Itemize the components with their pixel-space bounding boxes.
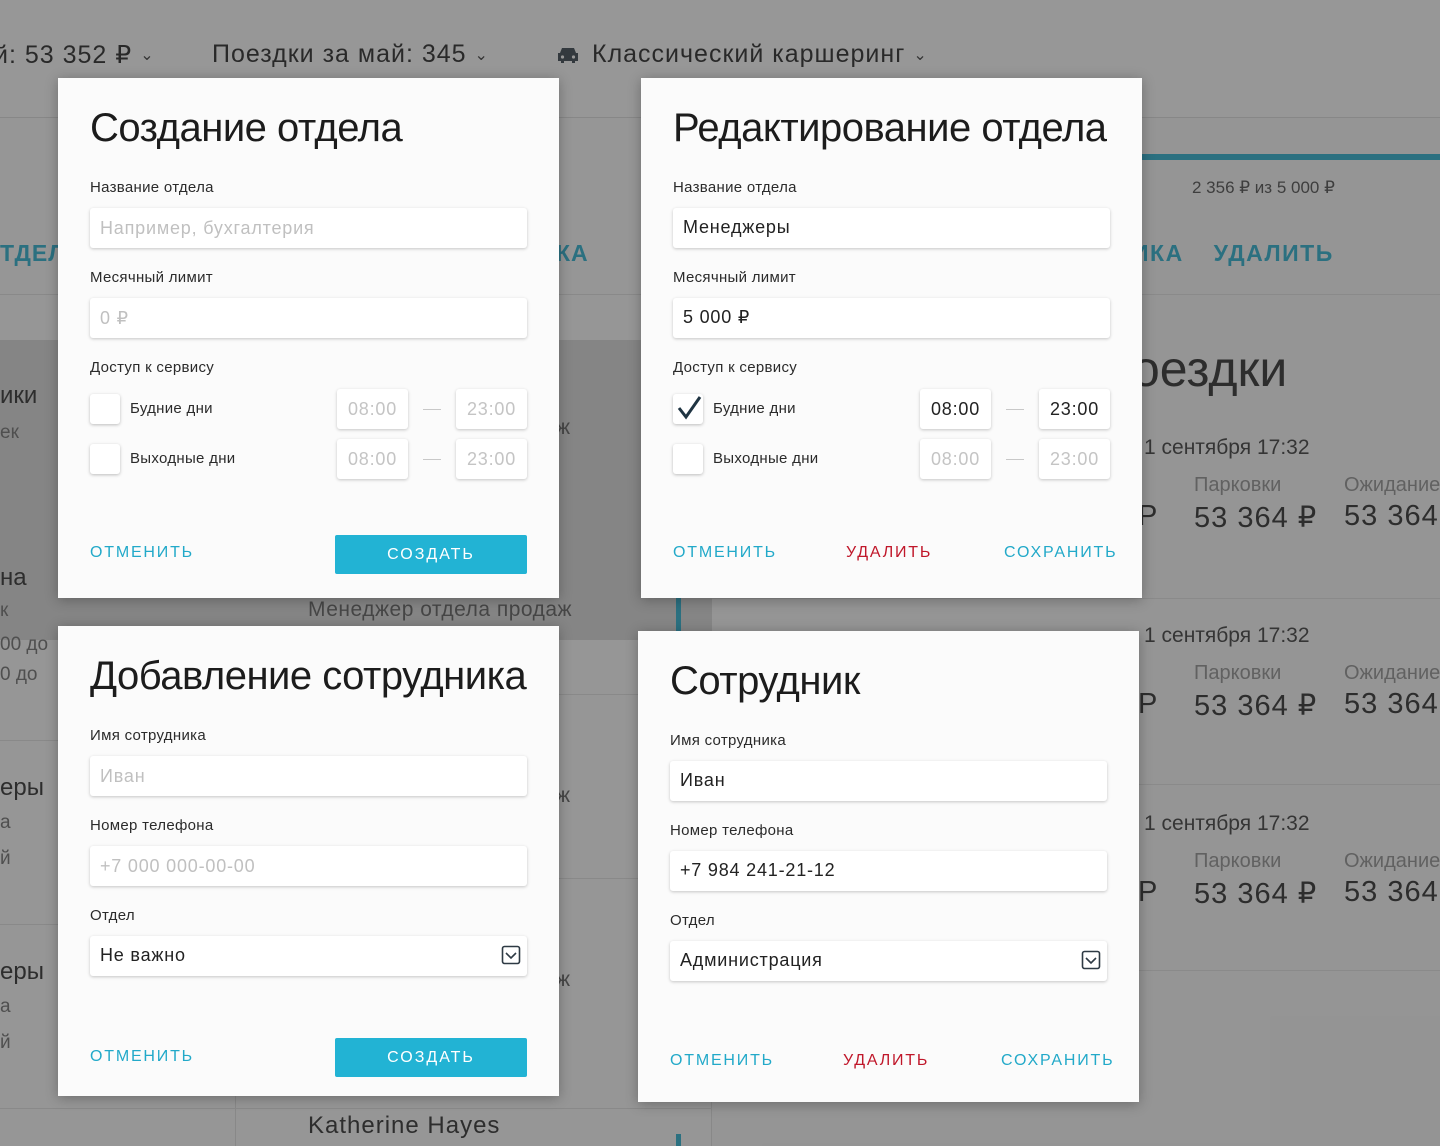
- department-label: Отдел: [90, 907, 135, 924]
- employee-name-input[interactable]: [90, 756, 527, 796]
- employee-name-label: Имя сотрудника: [90, 727, 206, 744]
- weekends-to-time[interactable]: 23:00: [456, 439, 527, 479]
- cancel-button[interactable]: ОТМЕНИТЬ: [90, 544, 194, 562]
- weekends-label: Выходные дни: [130, 450, 236, 467]
- weekdays-checkbox[interactable]: [90, 394, 120, 424]
- delete-button[interactable]: УДАЛИТЬ: [843, 1052, 929, 1070]
- weekdays-from-time[interactable]: 08:00: [920, 389, 991, 429]
- delete-button[interactable]: УДАЛИТЬ: [846, 544, 932, 562]
- save-button[interactable]: СОХРАНИТЬ: [1001, 1052, 1114, 1070]
- department-name-label: Название отдела: [673, 179, 797, 196]
- weekends-from-time[interactable]: 08:00: [337, 439, 408, 479]
- save-button[interactable]: СОХРАНИТЬ: [1004, 544, 1117, 562]
- department-select-value: Администрация: [680, 950, 823, 970]
- add-employee-dialog: Добавление сотрудника Имя сотрудника Ном…: [58, 626, 559, 1096]
- department-name-input[interactable]: [90, 208, 527, 248]
- weekends-checkbox[interactable]: [673, 444, 703, 474]
- cancel-button[interactable]: ОТМЕНИТЬ: [90, 1048, 194, 1066]
- department-name-value: Менеджеры: [683, 217, 791, 237]
- department-name-field[interactable]: [90, 208, 527, 248]
- monthly-limit-value: 5 000 ₽: [683, 307, 751, 327]
- create-department-dialog: Создание отдела Название отдела Месячный…: [58, 78, 559, 598]
- dialog-title: Добавление сотрудника: [90, 654, 527, 698]
- department-name-input[interactable]: Менеджеры: [673, 208, 1110, 248]
- employee-name-label: Имя сотрудника: [670, 732, 786, 749]
- weekends-from-time[interactable]: 08:00: [920, 439, 991, 479]
- dialog-title: Сотрудник: [670, 659, 860, 703]
- weekends-label: Выходные дни: [713, 450, 819, 467]
- weekdays-label: Будние дни: [130, 400, 213, 417]
- monthly-limit-label: Месячный лимит: [673, 269, 796, 286]
- department-select[interactable]: Администрация: [670, 941, 1107, 981]
- access-label: Доступ к сервису: [90, 359, 215, 376]
- weekends-checkbox[interactable]: [90, 444, 120, 474]
- weekdays-to-time[interactable]: 23:00: [456, 389, 527, 429]
- phone-label: Номер телефона: [90, 817, 214, 834]
- dialog-title: Создание отдела: [90, 106, 403, 150]
- select-arrow-icon: [1081, 950, 1101, 970]
- edit-department-dialog: Редактирование отдела Название отдела Ме…: [641, 78, 1142, 598]
- time-range-dash: [1006, 409, 1024, 410]
- monthly-limit-input[interactable]: [90, 298, 527, 338]
- weekdays-from-time[interactable]: 08:00: [337, 389, 408, 429]
- time-range-dash: [423, 409, 441, 410]
- department-label: Отдел: [670, 912, 715, 929]
- phone-input[interactable]: [90, 846, 527, 886]
- department-select[interactable]: Не важно: [90, 936, 527, 976]
- phone-label: Номер телефона: [670, 822, 794, 839]
- employee-name-value: Иван: [680, 770, 726, 790]
- weekdays-checkbox[interactable]: [673, 394, 703, 424]
- weekdays-label: Будние дни: [713, 400, 796, 417]
- create-button[interactable]: СОЗДАТЬ: [335, 535, 527, 574]
- checkmark-icon: [677, 396, 702, 420]
- dialog-title: Редактирование отдела: [673, 106, 1107, 150]
- employee-dialog: Сотрудник Имя сотрудника Иван Номер теле…: [638, 631, 1139, 1102]
- weekends-to-time[interactable]: 23:00: [1039, 439, 1110, 479]
- phone-field[interactable]: [90, 846, 527, 886]
- phone-value: +7 984 241-21-12: [680, 860, 836, 880]
- monthly-limit-field[interactable]: [90, 298, 527, 338]
- department-name-label: Название отдела: [90, 179, 214, 196]
- monthly-limit-input[interactable]: 5 000 ₽: [673, 298, 1110, 338]
- select-arrow-icon: [501, 945, 521, 965]
- access-label: Доступ к сервису: [673, 359, 798, 376]
- employee-name-field[interactable]: [90, 756, 527, 796]
- cancel-button[interactable]: ОТМЕНИТЬ: [673, 544, 777, 562]
- create-button[interactable]: СОЗДАТЬ: [335, 1038, 527, 1077]
- employee-name-input[interactable]: Иван: [670, 761, 1107, 801]
- time-range-dash: [423, 459, 441, 460]
- department-select-value: Не важно: [100, 945, 186, 965]
- cancel-button[interactable]: ОТМЕНИТЬ: [670, 1052, 774, 1070]
- monthly-limit-label: Месячный лимит: [90, 269, 213, 286]
- phone-input[interactable]: +7 984 241-21-12: [670, 851, 1107, 891]
- weekdays-to-time[interactable]: 23:00: [1039, 389, 1110, 429]
- time-range-dash: [1006, 459, 1024, 460]
